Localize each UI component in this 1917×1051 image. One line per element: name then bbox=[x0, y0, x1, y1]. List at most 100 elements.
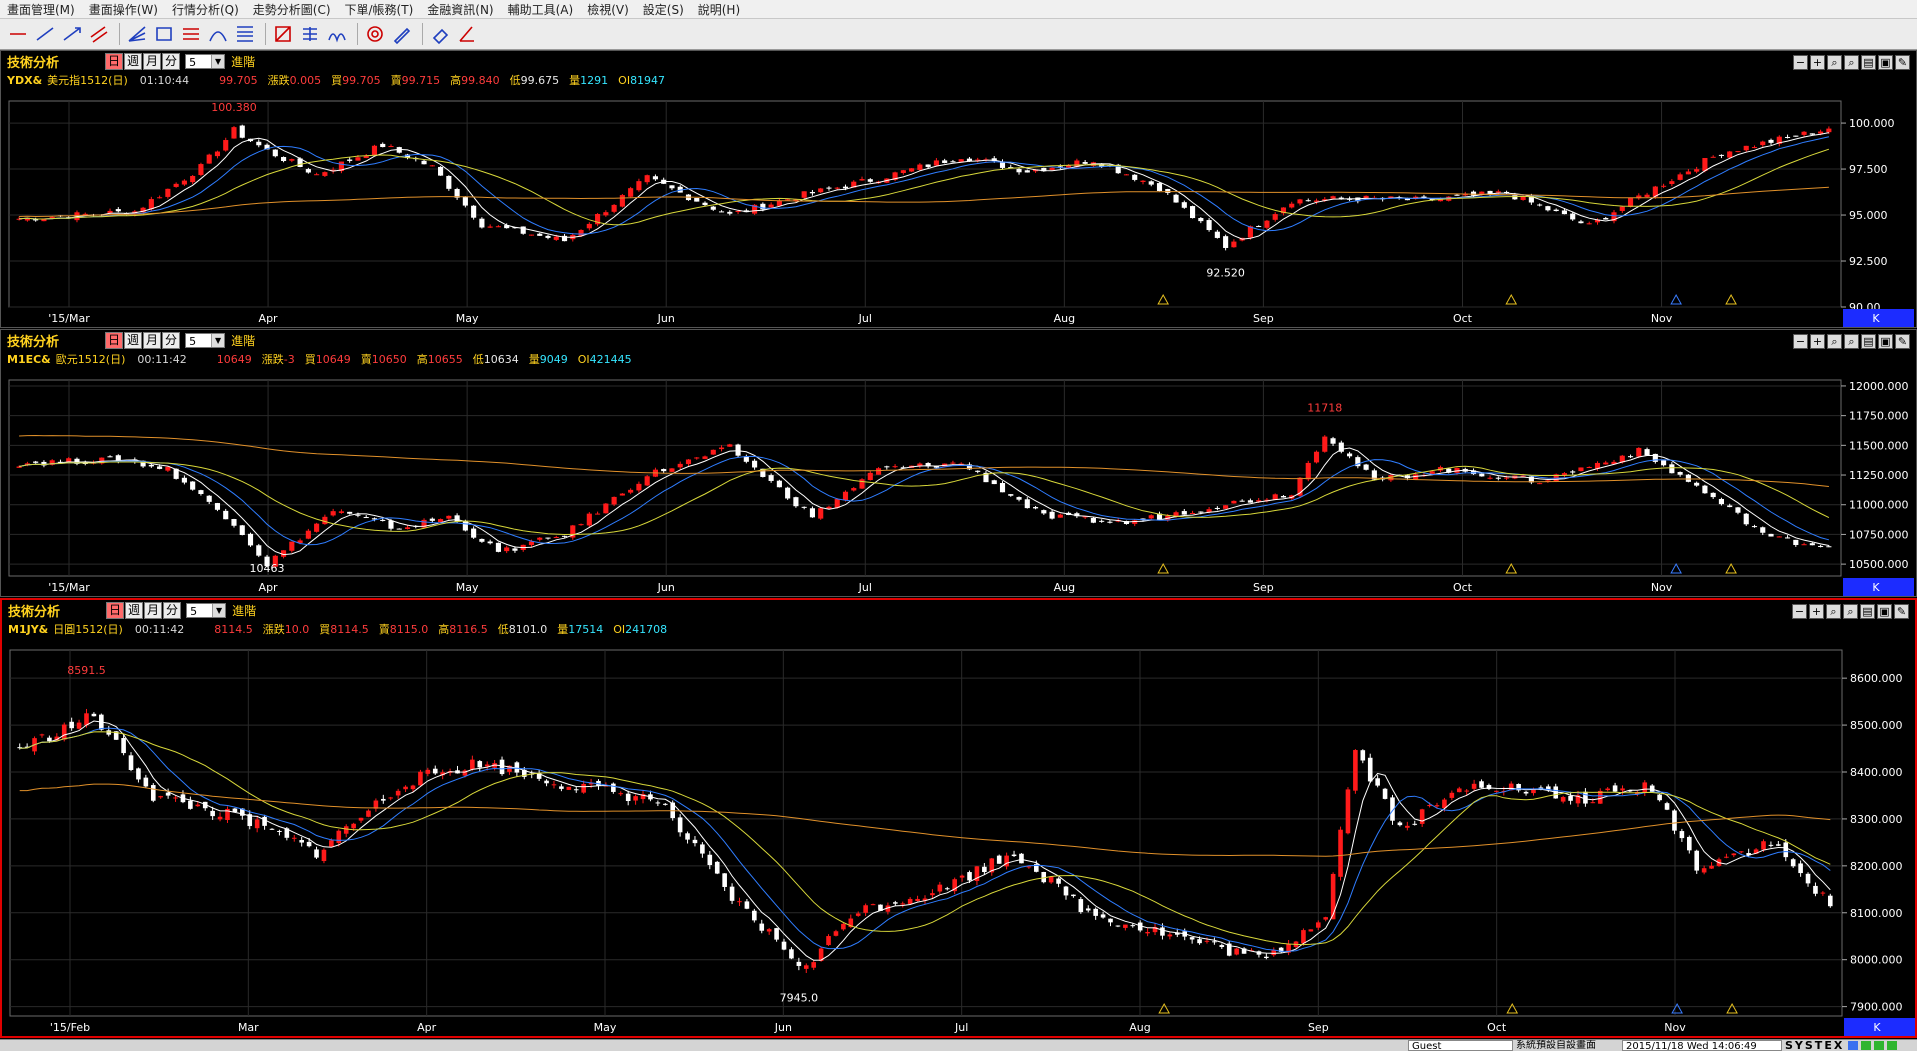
search-icon[interactable]: ⌕ bbox=[1844, 55, 1859, 70]
chart-panel-3[interactable]: 技術分析日週月分 5 ▼ 進階 − + ⌕ ⌕ ▤ ▣ ✎ M1JY& 日圓1512(日) 00:11:4… bbox=[0, 598, 1917, 1038]
y-tick-label: 8400.000 bbox=[1850, 766, 1903, 779]
angle-icon[interactable] bbox=[455, 22, 479, 46]
arc-icon[interactable] bbox=[206, 22, 230, 46]
edit-icon[interactable]: ✎ bbox=[1895, 334, 1910, 349]
parallel-icon[interactable] bbox=[179, 22, 203, 46]
menu-tools[interactable]: 輔助工具(A) bbox=[501, 1, 581, 18]
candle-body bbox=[1687, 836, 1692, 851]
candle-body bbox=[633, 796, 638, 801]
candle-body bbox=[157, 197, 163, 199]
search-icon[interactable]: ⌕ bbox=[1844, 334, 1859, 349]
gann-icon[interactable] bbox=[271, 22, 295, 46]
advanced-button[interactable]: 進階 bbox=[232, 602, 256, 619]
period-button-month[interactable]: 月 bbox=[143, 331, 162, 349]
candle-body bbox=[388, 520, 394, 529]
search-icon[interactable]: ⌕ bbox=[1843, 604, 1858, 619]
chart-panel-1[interactable]: 技術分析日週月分 5 ▼ 進階 − + ⌕ ⌕ ▤ ▣ ✎ YDX& 美元指1512(日) 01:10:4… bbox=[0, 50, 1917, 328]
toolbar-separator bbox=[357, 23, 358, 45]
settings-icon[interactable]: ▤ bbox=[1861, 55, 1876, 70]
y-tick-label: 7900.000 bbox=[1850, 1001, 1903, 1014]
period-button-day[interactable]: 日 bbox=[105, 331, 124, 349]
menu-financial-info[interactable]: 金融資訊(N) bbox=[420, 1, 500, 18]
candle-body bbox=[619, 195, 625, 207]
search-icon[interactable]: ⌕ bbox=[1827, 334, 1842, 349]
candle-body bbox=[1776, 844, 1781, 846]
quote-ask-value: 8115.0 bbox=[389, 623, 429, 636]
edit-icon[interactable]: ✎ bbox=[1894, 604, 1909, 619]
candle-body bbox=[1793, 135, 1799, 137]
menu-view[interactable]: 檢視(V) bbox=[580, 1, 636, 18]
trendline-icon[interactable] bbox=[6, 22, 30, 46]
zoom-out-icon[interactable]: − bbox=[1792, 604, 1807, 619]
save-icon[interactable]: ▣ bbox=[1877, 604, 1892, 619]
ray-icon[interactable] bbox=[60, 22, 84, 46]
advanced-button[interactable]: 進階 bbox=[231, 332, 255, 349]
edit-icon[interactable]: ✎ bbox=[1895, 55, 1910, 70]
erase-icon[interactable] bbox=[428, 22, 452, 46]
line-icon[interactable] bbox=[33, 22, 57, 46]
period-button-week[interactable]: 週 bbox=[124, 52, 143, 70]
period-count-select[interactable]: 5 ▼ bbox=[185, 53, 226, 69]
settings-icon[interactable]: ▤ bbox=[1861, 334, 1876, 349]
candlestick-chart[interactable]: 100.00097.50095.00092.50090.00'15/Mar Apr… bbox=[1, 91, 1916, 329]
candle-body bbox=[1057, 514, 1063, 518]
last-price: 10649 bbox=[216, 352, 252, 366]
candle-body bbox=[1743, 513, 1749, 525]
panel-title: 技術分析 bbox=[7, 55, 60, 71]
candle-body bbox=[1677, 472, 1683, 475]
save-icon[interactable]: ▣ bbox=[1878, 55, 1893, 70]
menu-quote-analysis[interactable]: 行情分析(Q) bbox=[165, 1, 246, 18]
menu-screen-operate[interactable]: 畫面操作(W) bbox=[82, 1, 165, 18]
zoom-in-icon[interactable]: + bbox=[1810, 55, 1825, 70]
search-icon[interactable]: ⌕ bbox=[1826, 604, 1841, 619]
zoom-out-icon[interactable]: − bbox=[1793, 334, 1808, 349]
candlestick-chart[interactable]: 8600.000 8500.000 8400.000 8300.000 8200.000… bbox=[2, 640, 1917, 1038]
pencil-icon[interactable] bbox=[390, 22, 414, 46]
candle-body bbox=[669, 185, 675, 189]
chart-panel-2[interactable]: 技術分析日週月分 5 ▼ 進階 − + ⌕ ⌕ ▤ ▣ ✎ M1EC& 歐元1512(日) 00:11:4… bbox=[0, 329, 1917, 597]
candle-body bbox=[1323, 917, 1329, 920]
candle-body bbox=[842, 491, 849, 501]
period-count-select[interactable]: 5 ▼ bbox=[186, 602, 227, 618]
period-button-week[interactable]: 週 bbox=[124, 331, 143, 349]
candle-body bbox=[1156, 183, 1163, 191]
rect-icon[interactable] bbox=[152, 22, 176, 46]
menu-screen-manage[interactable]: 畫面管理(M) bbox=[0, 1, 82, 18]
period-button-day[interactable]: 日 bbox=[105, 52, 124, 70]
search-icon[interactable]: ⌕ bbox=[1827, 55, 1842, 70]
quote-oi: OI81947 bbox=[618, 74, 665, 87]
menu-settings[interactable]: 設定(S) bbox=[636, 1, 691, 18]
period-button-day[interactable]: 日 bbox=[106, 601, 125, 619]
percent-icon[interactable] bbox=[298, 22, 322, 46]
period-count-select[interactable]: 5 ▼ bbox=[185, 332, 226, 348]
period-button-minute[interactable]: 分 bbox=[162, 52, 181, 70]
quote-change-label: 漲跌 bbox=[262, 623, 285, 636]
zoom-in-icon[interactable]: + bbox=[1809, 604, 1824, 619]
status-bar: Guest 系統預設自設畫面 2015/11/18 Wed 14:06:49 S… bbox=[0, 1039, 1917, 1051]
period-button-week[interactable]: 週 bbox=[125, 601, 144, 619]
advanced-button[interactable]: 進階 bbox=[231, 53, 255, 70]
period-button-month[interactable]: 月 bbox=[143, 52, 162, 70]
menu-order-account[interactable]: 下單/帳務(T) bbox=[338, 1, 421, 18]
menu-trend-chart[interactable]: 走勢分析圖(C) bbox=[246, 1, 338, 18]
candle-body bbox=[231, 127, 237, 139]
settings-icon[interactable]: ▤ bbox=[1860, 604, 1875, 619]
candle-body bbox=[1289, 203, 1295, 208]
period-button-minute[interactable]: 分 bbox=[162, 331, 181, 349]
candle-body bbox=[358, 817, 364, 821]
save-icon[interactable]: ▣ bbox=[1878, 334, 1893, 349]
quote-oi: OI241708 bbox=[613, 623, 667, 636]
spiral-icon[interactable] bbox=[363, 22, 387, 46]
period-button-minute[interactable]: 分 bbox=[163, 601, 182, 619]
menu-help[interactable]: 說明(H) bbox=[691, 1, 747, 18]
cycle-icon[interactable] bbox=[325, 22, 349, 46]
fib-fan-icon[interactable] bbox=[125, 22, 149, 46]
candle-body bbox=[1818, 131, 1824, 134]
candle-body bbox=[1768, 533, 1774, 537]
zoom-in-icon[interactable]: + bbox=[1810, 334, 1825, 349]
candlestick-chart[interactable]: 12000.000 11750.000 11500.000 11250.000 1100… bbox=[1, 370, 1916, 598]
channel-icon[interactable] bbox=[87, 22, 111, 46]
period-button-month[interactable]: 月 bbox=[144, 601, 163, 619]
fib-retracement-icon[interactable] bbox=[233, 22, 257, 46]
zoom-out-icon[interactable]: − bbox=[1793, 55, 1808, 70]
